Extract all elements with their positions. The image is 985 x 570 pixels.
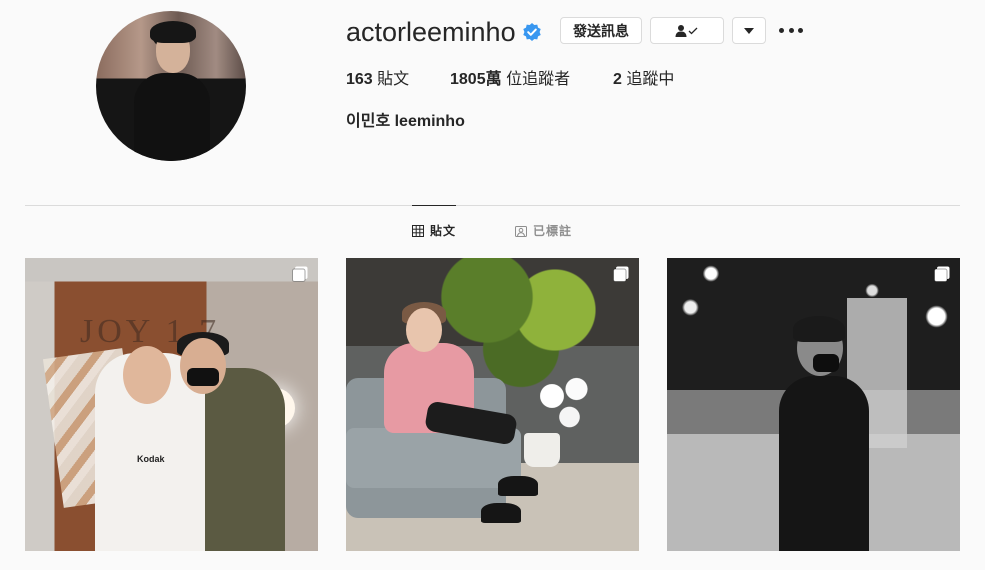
more-options-button[interactable]: [779, 22, 803, 38]
multiple-photos-icon: [934, 266, 950, 282]
avatar-hair: [150, 21, 196, 43]
flower-pot: [524, 433, 560, 467]
shirt-logo: Kodak: [137, 454, 165, 464]
stat-following[interactable]: 2 追蹤中: [613, 70, 674, 90]
caret-down-icon: [744, 27, 754, 34]
tab-tagged-label: 已標註: [533, 224, 573, 238]
profile-full-name: 이민호 leeminho: [346, 113, 465, 130]
followers-label: 位追蹤者: [506, 71, 571, 88]
grid-icon: [412, 225, 424, 237]
post-thumbnail[interactable]: JOY 1 7 Kodak: [25, 258, 318, 551]
face-mask: [187, 368, 219, 386]
more-dot-icon: [779, 27, 784, 33]
person-hair: [793, 316, 845, 342]
following-button[interactable]: [650, 17, 724, 44]
person-check-icon: [675, 24, 698, 37]
tab-posts[interactable]: 貼文: [412, 224, 456, 238]
following-count: 2: [613, 71, 622, 88]
face-mask: [813, 354, 839, 372]
suggested-dropdown-button[interactable]: [732, 17, 766, 44]
followers-count: 1805萬: [450, 71, 502, 88]
tabs-divider: [25, 205, 960, 206]
following-label: 追蹤中: [626, 71, 675, 88]
posts-count: 163: [346, 71, 373, 88]
tab-posts-label: 貼文: [430, 224, 457, 238]
profile-username: actorleeminho: [346, 17, 516, 47]
stat-posts: 163 貼文: [346, 70, 409, 90]
person-black-hoodie: [779, 376, 869, 551]
message-button[interactable]: 發送訊息: [560, 17, 642, 44]
active-tab-indicator: [412, 205, 456, 206]
tagged-icon: [515, 226, 527, 237]
sneaker: [498, 476, 538, 496]
multiple-photos-icon: [613, 266, 629, 282]
more-dot-icon: [798, 27, 803, 33]
post-thumbnail[interactable]: [667, 258, 960, 551]
more-dot-icon: [788, 27, 794, 33]
verified-badge-icon: [523, 23, 541, 41]
person-head: [406, 308, 442, 352]
sneaker: [481, 503, 521, 523]
multiple-photos-icon: [292, 266, 308, 282]
posts-label: 貼文: [377, 71, 410, 88]
orchid-flowers: [531, 368, 601, 438]
tab-tagged[interactable]: 已標註: [515, 224, 572, 238]
post-thumbnail[interactable]: [346, 258, 639, 551]
avatar-suit: [134, 73, 210, 161]
person-head: [123, 346, 171, 404]
stat-followers[interactable]: 1805萬 位追蹤者: [450, 70, 570, 90]
profile-avatar[interactable]: [96, 11, 246, 161]
